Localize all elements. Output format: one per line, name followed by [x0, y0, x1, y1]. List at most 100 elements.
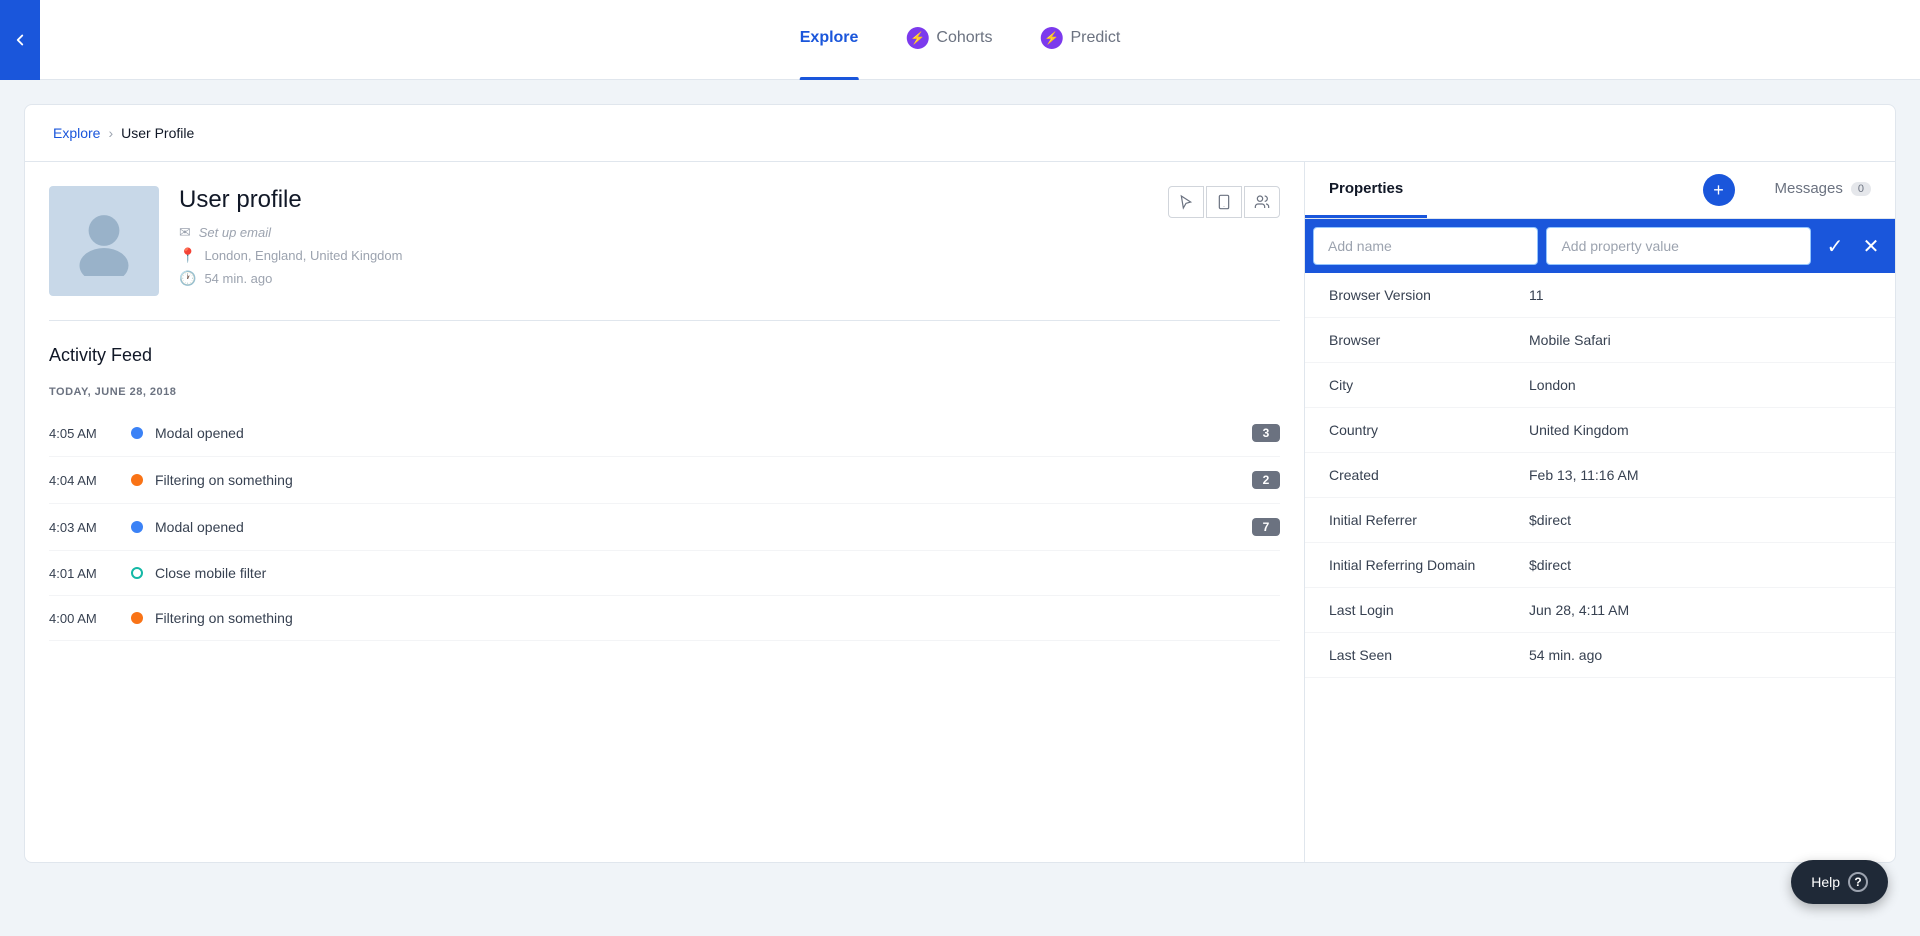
activity-badge: 2	[1252, 471, 1280, 489]
help-button[interactable]: Help ?	[1791, 860, 1888, 904]
cancel-add-property-button[interactable]: ✕	[1855, 230, 1887, 262]
breadcrumb-explore-link[interactable]: Explore	[53, 125, 100, 141]
activity-time: 4:01 AM	[49, 566, 119, 581]
user-last-seen: 54 min. ago	[204, 271, 272, 286]
property-name: Created	[1329, 467, 1529, 483]
user-location: London, England, United Kingdom	[204, 248, 402, 263]
property-row: City London	[1305, 363, 1895, 408]
activity-item: 4:05 AM Modal opened 3	[49, 410, 1280, 457]
messages-badge: 0	[1851, 182, 1871, 196]
activity-event: Modal opened	[155, 425, 1240, 441]
activity-time: 4:00 AM	[49, 611, 119, 626]
property-row: Created Feb 13, 11:16 AM	[1305, 453, 1895, 498]
messages-tab-label: Messages	[1775, 180, 1843, 197]
breadcrumb-current: User Profile	[121, 125, 194, 141]
content-layout: User profile ✉ Set up email 📍 London, En…	[25, 162, 1895, 862]
tab-explore[interactable]: Explore	[800, 0, 859, 80]
activity-badge: 3	[1252, 424, 1280, 442]
breadcrumb-chevron: ›	[108, 125, 113, 141]
activity-event: Close mobile filter	[155, 565, 1280, 581]
user-name: User profile	[179, 186, 1280, 214]
email-icon: ✉	[179, 224, 191, 241]
clock-icon: 🕐	[179, 270, 196, 287]
right-panel: Properties + Messages 0 ✓ ✕	[1305, 162, 1895, 862]
property-value: Mobile Safari	[1529, 332, 1611, 348]
avatar	[49, 186, 159, 296]
activity-badge: 7	[1252, 518, 1280, 536]
back-button[interactable]	[0, 0, 40, 80]
property-value: United Kingdom	[1529, 422, 1629, 438]
property-row: Last Seen 54 min. ago	[1305, 633, 1895, 678]
property-row: Browser Mobile Safari	[1305, 318, 1895, 363]
property-name: Last Seen	[1329, 647, 1529, 663]
activity-feed-section: Activity Feed TODAY, JUNE 28, 2018 4:05 …	[49, 345, 1280, 641]
location-icon: 📍	[179, 247, 196, 264]
activity-item: 4:00 AM Filtering on something	[49, 596, 1280, 641]
cohorts-icon: ⚡	[906, 27, 928, 49]
property-row: Initial Referrer $direct	[1305, 498, 1895, 543]
phone-action-button[interactable]	[1206, 186, 1242, 218]
users-action-button[interactable]	[1244, 186, 1280, 218]
cursor-action-button[interactable]	[1168, 186, 1204, 218]
properties-list: Browser Version 11 Browser Mobile Safari…	[1305, 273, 1895, 678]
tab-messages[interactable]: Messages 0	[1751, 162, 1896, 218]
property-value: $direct	[1529, 557, 1571, 573]
user-location-detail: 📍 London, England, United Kingdom	[179, 247, 1280, 264]
help-question-icon: ?	[1848, 872, 1868, 892]
activity-item: 4:01 AM Close mobile filter	[49, 551, 1280, 596]
add-property-button[interactable]: +	[1703, 174, 1735, 206]
breadcrumb: Explore › User Profile	[25, 105, 1895, 162]
property-name: Browser	[1329, 332, 1529, 348]
property-name: Initial Referrer	[1329, 512, 1529, 528]
nav-tabs: Explore ⚡ Cohorts ⚡ Predict	[800, 0, 1121, 80]
add-value-input[interactable]	[1546, 227, 1811, 265]
property-row: Browser Version 11	[1305, 273, 1895, 318]
add-property-row: ✓ ✕	[1305, 219, 1895, 273]
property-name: City	[1329, 377, 1529, 393]
tab-cohorts[interactable]: ⚡ Cohorts	[906, 0, 992, 80]
predict-icon: ⚡	[1040, 27, 1062, 49]
activity-dot-orange	[131, 474, 143, 486]
activity-item: 4:04 AM Filtering on something 2	[49, 457, 1280, 504]
predict-tab-label: Predict	[1070, 0, 1120, 78]
activity-item: 4:03 AM Modal opened 7	[49, 504, 1280, 551]
properties-tab-label: Properties	[1329, 180, 1403, 197]
activity-event: Filtering on something	[155, 610, 1280, 626]
property-row: Last Login Jun 28, 4:11 AM	[1305, 588, 1895, 633]
activity-dot-blue	[131, 427, 143, 439]
tab-predict[interactable]: ⚡ Predict	[1040, 0, 1120, 80]
user-lastseen-detail: 🕐 54 min. ago	[179, 270, 1280, 287]
profile-actions	[1168, 186, 1280, 218]
property-value: Feb 13, 11:16 AM	[1529, 467, 1638, 483]
property-value: London	[1529, 377, 1576, 393]
user-profile-header: User profile ✉ Set up email 📍 London, En…	[49, 186, 1280, 321]
property-name: Country	[1329, 422, 1529, 438]
property-row: Initial Referring Domain $direct	[1305, 543, 1895, 588]
activity-date-header: TODAY, JUNE 28, 2018	[49, 386, 1280, 398]
user-email-detail: ✉ Set up email	[179, 224, 1280, 241]
property-value: 11	[1529, 287, 1544, 303]
activity-dot-teal	[131, 567, 143, 579]
add-property-actions: ✓ ✕	[1819, 230, 1887, 262]
property-row: Country United Kingdom	[1305, 408, 1895, 453]
explore-tab-label: Explore	[800, 0, 859, 78]
confirm-add-property-button[interactable]: ✓	[1819, 230, 1851, 262]
activity-event: Filtering on something	[155, 472, 1240, 488]
property-name: Last Login	[1329, 602, 1529, 618]
left-panel: User profile ✉ Set up email 📍 London, En…	[25, 162, 1305, 862]
activity-time: 4:05 AM	[49, 426, 119, 441]
activity-event: Modal opened	[155, 519, 1240, 535]
activity-feed-title: Activity Feed	[49, 345, 1280, 366]
cohorts-tab-label: Cohorts	[936, 0, 992, 78]
activity-time: 4:04 AM	[49, 473, 119, 488]
add-name-input[interactable]	[1313, 227, 1538, 265]
main-card: Explore › User Profile User profile	[24, 104, 1896, 863]
activity-time: 4:03 AM	[49, 520, 119, 535]
tab-properties[interactable]: Properties	[1305, 162, 1427, 218]
user-info: User profile ✉ Set up email 📍 London, En…	[179, 186, 1280, 293]
panel-tabs: Properties + Messages 0	[1305, 162, 1895, 219]
property-value: $direct	[1529, 512, 1571, 528]
user-email: Set up email	[199, 225, 271, 240]
main-container: Explore › User Profile User profile	[0, 80, 1920, 887]
property-name: Initial Referring Domain	[1329, 557, 1529, 573]
